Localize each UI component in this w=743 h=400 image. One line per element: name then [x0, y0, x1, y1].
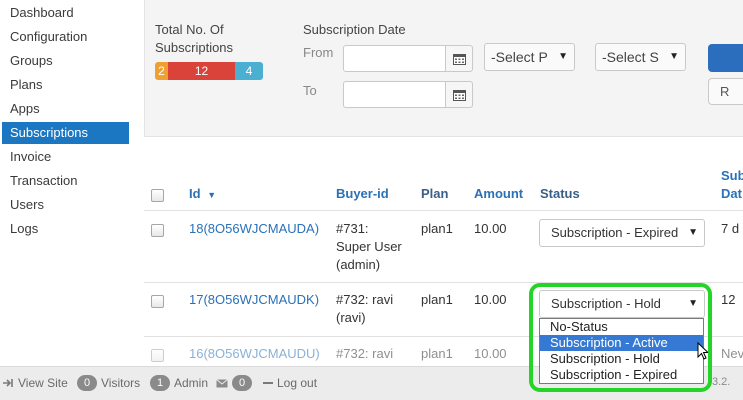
status-option-hold[interactable]: Subscription - Hold	[540, 351, 703, 367]
chevron-down-icon: ▼	[558, 51, 568, 62]
view-site-link[interactable]: View Site	[2, 374, 68, 392]
status-option-expired[interactable]: Subscription - Expired	[540, 367, 703, 383]
buyer-id-cell: #732: ravi	[336, 346, 394, 361]
sidebar: Dashboard Configuration Groups Plans App…	[0, 0, 130, 366]
admin-count-badge: 1	[150, 375, 170, 391]
buyer-name-cell: Super User	[336, 239, 402, 254]
status-option-active[interactable]: Subscription - Active	[540, 335, 703, 351]
sidebar-item-configuration[interactable]: Configuration	[10, 26, 87, 48]
plan-cell: plan1	[421, 346, 453, 361]
sidebar-item-apps[interactable]: Apps	[10, 98, 40, 120]
row-checkbox[interactable]	[151, 349, 164, 362]
visitors-count-badge: 0	[77, 375, 97, 391]
subscription-id-link[interactable]: 18(8O56WJCMAUDA)	[189, 220, 319, 238]
total-subscriptions-label-line2: Subscriptions	[155, 40, 234, 55]
column-header-id-label: Id	[189, 186, 201, 201]
sort-desc-icon: ▼	[207, 190, 217, 200]
sub-date-cell: 12	[721, 292, 736, 307]
column-header-id[interactable]: Id ▼	[189, 185, 216, 204]
filter-panel: Total No. Of Subscriptions 2 12 4 Subscr…	[144, 0, 743, 137]
reset-button[interactable]: R	[708, 78, 743, 105]
row-checkbox[interactable]	[151, 224, 164, 237]
buyer-username-cell: (ravi)	[336, 310, 366, 325]
column-header-amount[interactable]: Amount	[474, 185, 523, 203]
status-select[interactable]: Subscription - Expired ▼	[539, 219, 705, 247]
sub-date-cell: 7 d	[721, 221, 740, 236]
view-site-label: View Site	[18, 376, 68, 390]
status-dropdown-list: No-Status Subscription - Active Subscrip…	[539, 318, 704, 384]
envelope-icon	[216, 378, 228, 387]
admin-indicator: 1 Admin	[150, 374, 208, 392]
version-text: 3.2.	[712, 376, 731, 388]
column-header-sub-date-line2[interactable]: Dat	[721, 185, 742, 203]
sidebar-item-logs[interactable]: Logs	[10, 218, 38, 240]
visitors-indicator: 0 Visitors	[77, 374, 140, 392]
visitors-label: Visitors	[101, 376, 141, 390]
sidebar-item-transaction[interactable]: Transaction	[10, 170, 77, 192]
to-date-input[interactable]	[343, 81, 446, 108]
calendar-icon	[452, 53, 466, 65]
status-filter-select[interactable]: -Select S ▼	[595, 43, 686, 71]
sidebar-item-invoice[interactable]: Invoice	[10, 146, 51, 168]
status-filter-select-value: -Select S	[602, 49, 659, 65]
status-select[interactable]: Subscription - Hold ▼	[539, 290, 705, 318]
external-link-icon	[3, 379, 13, 387]
sidebar-item-users[interactable]: Users	[10, 194, 44, 216]
column-header-buyer[interactable]: Buyer-id	[336, 185, 389, 203]
subscription-date-label: Subscription Date	[303, 22, 406, 37]
row-divider	[144, 282, 743, 283]
admin-label: Admin	[174, 376, 209, 390]
messages-count-badge: 0	[232, 375, 252, 391]
minus-icon	[263, 382, 273, 384]
plan-cell: plan1	[421, 221, 453, 236]
column-header-status[interactable]: Status	[540, 185, 580, 203]
total-subscriptions-label-line1: Total No. Of	[155, 22, 224, 37]
subscription-id-link[interactable]: 17(8O56WJCMAUDK)	[189, 291, 319, 309]
from-label: From	[303, 45, 334, 60]
sidebar-item-groups[interactable]: Groups	[10, 50, 53, 72]
to-calendar-button[interactable]	[445, 81, 473, 108]
status-option-no-status[interactable]: No-Status	[540, 319, 703, 335]
buyer-id-cell: #731:	[336, 221, 369, 236]
amount-cell: 10.00	[474, 292, 507, 307]
chevron-down-icon: ▼	[669, 51, 679, 62]
sidebar-item-plans[interactable]: Plans	[10, 74, 43, 96]
header-divider	[144, 210, 743, 211]
buyer-username-cell: (admin)	[336, 257, 381, 272]
logout-label: Log out	[277, 376, 318, 390]
column-header-sub-date-line1[interactable]: Sub	[721, 167, 743, 185]
mouse-cursor-icon	[697, 342, 709, 360]
calendar-icon	[452, 89, 466, 101]
status-select-value: Subscription - Hold	[551, 296, 661, 311]
select-all-checkbox[interactable]	[151, 189, 164, 202]
buyer-id-cell: #732: ravi	[336, 292, 394, 307]
from-date-input[interactable]	[343, 45, 446, 72]
sidebar-item-dashboard[interactable]: Dashboard	[10, 2, 74, 24]
count-active-badge: 4	[235, 62, 263, 80]
subscription-counts: 2 12 4	[155, 62, 263, 80]
count-expired-badge: 12	[168, 62, 235, 80]
search-button[interactable]	[708, 44, 743, 72]
plan-select[interactable]: -Select P ▼	[484, 43, 575, 71]
column-header-plan[interactable]: Plan	[421, 185, 448, 203]
plan-cell: plan1	[421, 292, 453, 307]
from-calendar-button[interactable]	[445, 45, 473, 72]
status-select-value: Subscription - Expired	[551, 225, 679, 240]
to-label: To	[303, 83, 317, 98]
amount-cell: 10.00	[474, 346, 507, 361]
messages-indicator[interactable]: 0	[216, 374, 252, 392]
chevron-down-icon: ▼	[688, 298, 698, 309]
count-pending-badge: 2	[155, 62, 168, 80]
plan-select-value: -Select P	[491, 49, 548, 65]
subscription-id-link[interactable]: 16(8O56WJCMAUDU)	[189, 345, 320, 363]
chevron-down-icon: ▼	[688, 227, 698, 238]
logout-link[interactable]: Log out	[263, 374, 317, 392]
row-checkbox[interactable]	[151, 295, 164, 308]
sub-date-cell: Nev	[721, 346, 743, 361]
sidebar-item-subscriptions[interactable]: Subscriptions	[2, 122, 129, 144]
amount-cell: 10.00	[474, 221, 507, 236]
